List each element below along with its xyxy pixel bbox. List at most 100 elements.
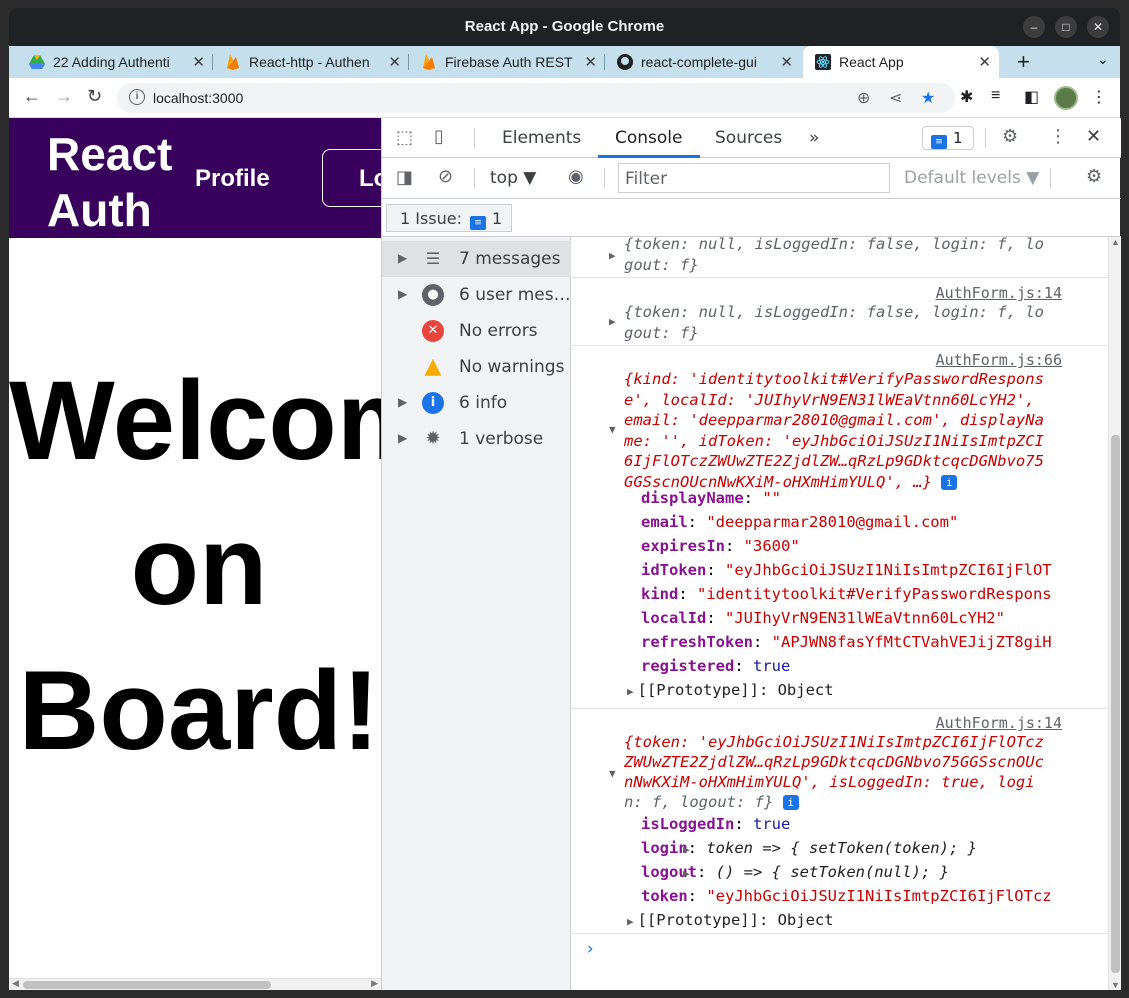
tab-label: React-http - Authen (249, 54, 370, 70)
reload-icon[interactable]: ↻ (87, 86, 102, 107)
site-info-icon[interactable]: i (129, 89, 145, 105)
zoom-icon[interactable]: ⊕ (857, 88, 870, 108)
tab-sources[interactable]: Sources (715, 128, 782, 148)
sidebar-item-info[interactable]: ▶ i 6 info (382, 385, 571, 421)
console-entry-expanded[interactable]: AuthForm.js:14 ▼ {token: 'eyJhbGciOiJSUz… (571, 709, 1108, 934)
source-link[interactable]: AuthForm.js:66 (936, 351, 1062, 369)
message-line: GGSscnOUcnNwKXiM-oHXmHimYULQ', …} (624, 472, 932, 491)
back-icon[interactable]: ← (23, 86, 41, 107)
logout-button[interactable]: Logout (322, 149, 381, 207)
source-link[interactable]: AuthForm.js:14 (936, 284, 1062, 302)
object-property[interactable]: ▶ login: token => { setToken(token); } (627, 839, 977, 857)
inspect-element-icon[interactable]: ⬚ (396, 127, 413, 148)
user-icon: ● (422, 284, 444, 306)
close-tab-icon[interactable]: ✕ (978, 53, 991, 71)
share-icon[interactable]: ⋖ (889, 88, 902, 108)
close-window-icon[interactable]: ✕ (1087, 16, 1109, 38)
close-tab-icon[interactable]: ✕ (192, 53, 205, 71)
tab-elements[interactable]: Elements (502, 128, 581, 148)
source-link[interactable]: AuthForm.js:14 (936, 714, 1062, 732)
console-sidebar: ▶ ☰ 7 messages ▶ ● 6 user mes… ✕ No erro… (382, 237, 571, 990)
object-property: expiresIn: "3600" (641, 537, 800, 555)
address-bar[interactable]: i localhost:3000 ⊕ ⋖ ★ (117, 83, 955, 113)
avatar[interactable] (1054, 86, 1078, 110)
issues-chip[interactable]: 1 Issue: ≡ 1 (386, 204, 512, 232)
browser-tab[interactable]: React-http - Authen ✕ (213, 46, 409, 78)
sidebar-item-messages[interactable]: ▶ ☰ 7 messages (382, 241, 571, 277)
expand-arrow-icon[interactable]: ▶ (609, 249, 616, 262)
sidebar-item-warnings[interactable]: ▲ No warnings (382, 349, 571, 385)
devtools-panel: ⬚ ▯ Elements Console Sources » ≡ 1 ⚙ ⋮ ✕ … (381, 118, 1121, 990)
message-line: ZWUwZTE2ZjdlZW…qRzLp9GDktcqcDGNbvo75GGSs… (624, 753, 1044, 771)
message-line: {kind: 'identitytoolkit#VerifyPasswordRe… (624, 370, 1044, 388)
forward-icon[interactable]: → (55, 86, 73, 107)
tab-console[interactable]: Console (615, 128, 683, 148)
prototype-label: [[Prototype]]: Object (637, 911, 834, 929)
sidebar-item-errors[interactable]: ✕ No errors (382, 313, 571, 349)
scrollbar-thumb[interactable] (1111, 435, 1120, 973)
device-toolbar-icon[interactable]: ▯ (434, 126, 444, 147)
expand-arrow-icon[interactable]: ▶ (398, 431, 407, 445)
browser-tab[interactable]: 22 Adding Authenti ✕ (17, 46, 213, 78)
object-property: refreshToken: "APJWN8fasYfMtCTVahVEJijZT… (641, 633, 1052, 651)
horizontal-scrollbar[interactable]: ◀ ▶ (9, 978, 381, 990)
message-line: e', localId: 'JUIhyVrN9EN31lWEaVtnn60LcY… (624, 390, 1035, 409)
console-entry[interactable]: ▶ {token: null, isLoggedIn: false, login… (571, 237, 1108, 278)
list-icon: ☰ (425, 249, 441, 268)
close-tab-icon[interactable]: ✕ (584, 53, 597, 71)
kebab-menu-icon[interactable]: ⋮ (1049, 126, 1067, 147)
kebab-menu-icon[interactable]: ⋮ (1091, 87, 1107, 107)
scrollbar-thumb[interactable] (23, 981, 271, 989)
minimize-icon[interactable]: – (1023, 16, 1045, 38)
browser-tab[interactable]: Firebase Auth REST ✕ (409, 46, 605, 78)
context-selector[interactable]: top ▼ (490, 168, 536, 188)
filter-input[interactable]: Filter (618, 163, 890, 193)
maximize-icon[interactable]: □ (1055, 16, 1077, 38)
console-prompt[interactable]: › (585, 939, 595, 959)
console-entry-expanded[interactable]: AuthForm.js:66 ▼ {kind: 'identitytoolkit… (571, 346, 1108, 709)
console-entry[interactable]: AuthForm.js:14 ▶ {token: null, isLoggedI… (571, 278, 1108, 346)
side-panel-icon[interactable]: ◧ (1024, 87, 1039, 107)
sidebar-toggle-icon[interactable]: ◨ (396, 167, 413, 188)
media-icon[interactable]: ≡ (991, 87, 1000, 105)
sidebar-item-user-messages[interactable]: ▶ ● 6 user mes… (382, 277, 571, 313)
browser-tab[interactable]: react-complete-gui ✕ (605, 46, 801, 78)
bug-icon: ✹ (425, 428, 441, 449)
tab-search-icon[interactable]: ⌄ (1097, 51, 1109, 68)
log-levels-dropdown[interactable]: Default levels ▼ (904, 168, 1039, 188)
expand-arrow-icon[interactable]: ▶ (398, 395, 407, 409)
expand-arrow-icon[interactable]: ▶ (398, 287, 407, 301)
gear-icon[interactable]: ⚙ (1002, 126, 1018, 147)
new-tab-icon[interactable]: + (1017, 49, 1030, 75)
bookmark-star-icon[interactable]: ★ (921, 88, 935, 108)
expand-arrow-icon[interactable]: ▶ (398, 251, 407, 265)
close-tab-icon[interactable]: ✕ (388, 53, 401, 71)
browser-tab-active[interactable]: React App ✕ (803, 46, 999, 78)
console-message: {token: null, isLoggedIn: false, login: … (624, 237, 1044, 276)
sidebar-item-verbose[interactable]: ▶ ✹ 1 verbose (382, 421, 571, 457)
collapse-arrow-icon[interactable]: ▼ (609, 767, 616, 780)
console-scrollbar[interactable]: ▲ ▼ (1108, 237, 1121, 990)
eye-icon[interactable]: ◉ (568, 166, 584, 187)
nav-profile-link[interactable]: Profile (195, 165, 270, 193)
app-logo[interactable]: React Auth (47, 126, 172, 238)
github-icon (617, 54, 633, 70)
welcome-line: Welcome (9, 358, 381, 483)
console-settings-icon[interactable]: ⚙ (1086, 166, 1102, 187)
prototype-row[interactable]: ▶ [[Prototype]]: Object (627, 911, 834, 929)
object-property[interactable]: ▶ logout: () => { setToken(null); } (627, 863, 949, 881)
close-tab-icon[interactable]: ✕ (780, 53, 793, 71)
console-message: {token: 'eyJhbGciOiJSUzI1NiIsImtpZCI6IjF… (624, 732, 1044, 812)
react-icon (815, 54, 831, 70)
expand-arrow-icon[interactable]: ▶ (609, 315, 616, 328)
extensions-icon[interactable]: ✱ (960, 87, 973, 107)
more-tabs-icon[interactable]: » (809, 128, 819, 148)
collapse-arrow-icon[interactable]: ▼ (609, 423, 616, 436)
prototype-row[interactable]: ▶ [[Prototype]]: Object (627, 681, 834, 699)
clear-console-icon[interactable]: ⊘ (438, 166, 453, 187)
info-badge-icon[interactable]: i (782, 795, 799, 810)
info-badge-icon[interactable]: i (941, 474, 958, 490)
sidebar-item-label: No errors (459, 321, 538, 341)
close-devtools-icon[interactable]: ✕ (1086, 126, 1101, 147)
issues-counter[interactable]: ≡ 1 (922, 126, 974, 150)
